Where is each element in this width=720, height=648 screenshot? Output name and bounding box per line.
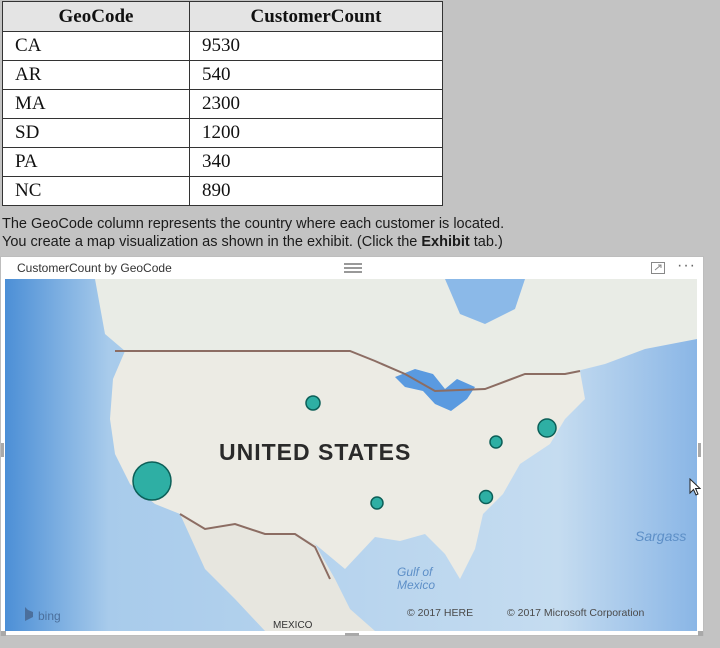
mexico-label: MEXICO <box>273 620 313 631</box>
bing-label: bing <box>38 609 61 623</box>
microsoft-credit: © 2017 Microsoft Corporation <box>507 607 644 619</box>
sea-label: Sargass <box>635 528 686 544</box>
table-row: CA 9530 <box>2 31 443 61</box>
customercount-cell: 540 <box>189 60 443 90</box>
geocode-cell: CA <box>2 31 190 61</box>
table-row: SD 1200 <box>2 118 443 148</box>
map-canvas[interactable]: UNITED STATES Gulf of Mexico Sargass MEX… <box>5 279 697 631</box>
visual-title: CustomerCount by GeoCode <box>17 261 172 275</box>
geocode-table: GeoCode CustomerCount CA 9530 AR 540 MA 230… <box>2 1 443 206</box>
resize-handle-corner-bl[interactable] <box>1 631 6 636</box>
country-label: UNITED STATES <box>219 439 411 465</box>
resize-handle-right[interactable] <box>698 443 701 457</box>
bubble-pa[interactable] <box>489 435 503 449</box>
map-svg: UNITED STATES Gulf of Mexico Sargass MEX… <box>5 279 697 631</box>
customercount-cell: 1200 <box>189 118 443 148</box>
table-row: NC 890 <box>2 176 443 206</box>
bubble-sd[interactable] <box>305 395 321 411</box>
customercount-cell: 890 <box>189 176 443 206</box>
drag-grip-icon[interactable] <box>344 263 362 275</box>
more-options-icon[interactable]: ··· <box>677 257 696 275</box>
geocode-cell: AR <box>2 60 190 90</box>
customercount-cell: 2300 <box>189 89 443 119</box>
caption-text: tab.) <box>469 234 503 250</box>
bubble-ca[interactable] <box>132 461 172 501</box>
bubble-ar[interactable] <box>370 496 384 510</box>
table-header-row: GeoCode CustomerCount <box>2 1 443 32</box>
here-credit: © 2017 HERE <box>407 607 473 619</box>
bubble-ma[interactable] <box>537 418 557 438</box>
customercount-cell: 9530 <box>189 31 443 61</box>
geocode-cell: SD <box>2 118 190 148</box>
map-visual[interactable]: CustomerCount by GeoCode ··· UNITED STAT… <box>0 256 704 636</box>
column-header-customercount: CustomerCount <box>189 1 443 32</box>
geocode-cell: NC <box>2 176 190 206</box>
column-header-geocode: GeoCode <box>2 1 190 32</box>
customercount-cell: 340 <box>189 147 443 177</box>
resize-handle-left[interactable] <box>1 443 4 457</box>
bubble-nc[interactable] <box>478 489 494 505</box>
resize-handle-bottom[interactable] <box>345 633 359 636</box>
table-row: PA 340 <box>2 147 443 177</box>
caption-text: You create a map visualization as shown … <box>2 234 422 250</box>
table-row: MA 2300 <box>2 89 443 119</box>
geocode-cell: PA <box>2 147 190 177</box>
geocode-cell: MA <box>2 89 190 119</box>
gulf-label-line2: Mexico <box>397 578 435 592</box>
mouse-cursor-icon <box>689 478 701 496</box>
gulf-label-line1: Gulf of <box>397 565 434 579</box>
caption-exhibit-instruction: You create a map visualization as shown … <box>2 234 503 251</box>
table-row: AR 540 <box>2 60 443 90</box>
exhibit-tab-reference: Exhibit <box>421 234 470 250</box>
resize-handle-corner-br[interactable] <box>698 631 703 636</box>
caption-geocode-description: The GeoCode column represents the countr… <box>2 216 505 232</box>
focus-mode-icon[interactable] <box>651 262 665 274</box>
